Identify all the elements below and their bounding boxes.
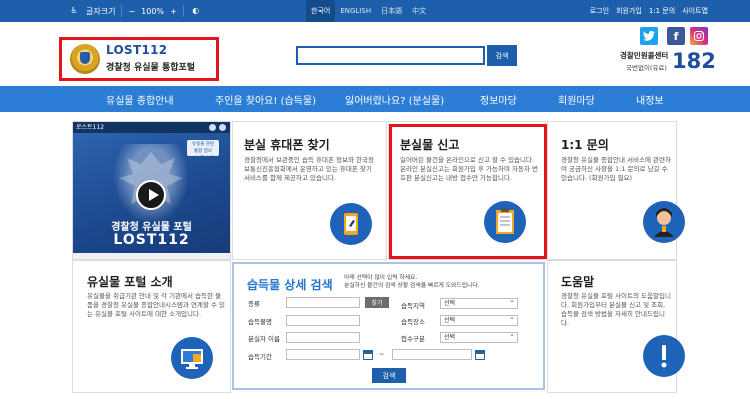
- place-select[interactable]: 선택: [440, 313, 518, 326]
- exclamation-icon: [643, 335, 685, 377]
- top-bar: ♿ 글자크기 − 100% + ◐ 한국어 ENGLISH 日本語 中文 로그인…: [0, 0, 750, 22]
- nav-item-myinfo[interactable]: 내정보: [636, 86, 664, 112]
- monitor-icon: [171, 337, 213, 379]
- find-button[interactable]: 찾기: [365, 297, 389, 308]
- detail-search-note: 아래 선택이 많이 입력 하세요. 분실하신 물건의 검색 상황 검색을 빠르게 …: [344, 275, 480, 289]
- phone-card-desc: 경찰청에서 보관중인 습득 휴대폰 정보와 한국정보통신진흥협회에서 운영하고 …: [244, 156, 374, 182]
- nav-item-info[interactable]: 정보마당: [480, 86, 517, 112]
- video-controls: [209, 124, 226, 131]
- zoom-level: 100%: [141, 6, 165, 16]
- nav-item-guide[interactable]: 유실물 종합안내: [106, 86, 174, 112]
- font-decrease-button[interactable]: −: [128, 7, 135, 16]
- detail-search-title: 습득물 상세 검색: [247, 278, 333, 292]
- divider: [121, 5, 123, 17]
- lang-english[interactable]: ENGLISH: [335, 0, 376, 22]
- inquiry-card-title[interactable]: 1:1 문의: [561, 136, 609, 153]
- facebook-icon[interactable]: f: [667, 27, 685, 45]
- top-links: 로그인 회원가입 1:1 문의 사이트맵: [590, 0, 708, 22]
- contrast-icon[interactable]: ◐: [190, 5, 202, 17]
- main-nav: 유실물 종합안내 주인을 찾아요! (습득물) 잃어버렸나요? (분실물) 정보…: [0, 86, 750, 112]
- report-highlight: [389, 124, 547, 259]
- inquiry-card-desc: 경찰청 유실물 종합안내 서비스에 관련하여 궁금하신 사항을 1:1 문의로 …: [561, 156, 671, 182]
- font-size-controls: ♿ 글자크기 − 100% + ◐: [68, 0, 202, 22]
- intro-card-desc: 유실물을 취급기관 안내 및 각 기관에서 습득한 물품을 경찰청 유실물 종합…: [87, 292, 225, 318]
- calendar-icon[interactable]: [363, 350, 373, 360]
- logo-subtitle: 경찰청 유실물 통합포털: [106, 63, 196, 73]
- signup-link[interactable]: 회원가입: [616, 6, 642, 16]
- type-input[interactable]: [286, 297, 360, 308]
- intake-select[interactable]: 선택: [440, 330, 518, 343]
- item-name-label: 습득물명: [248, 318, 272, 326]
- call-center-number: 182: [672, 49, 716, 73]
- period-start-input[interactable]: [286, 349, 360, 360]
- detail-search-submit[interactable]: 검색: [372, 368, 406, 383]
- period-end-input[interactable]: [392, 349, 472, 360]
- call-center-sub: 국번없이(유료): [626, 64, 667, 72]
- calendar-icon[interactable]: [475, 350, 485, 360]
- phone-card-title[interactable]: 분실 휴대폰 찾기: [244, 136, 330, 153]
- language-selector: 한국어 ENGLISH 日本語 中文: [306, 0, 431, 22]
- range-separator: ~: [379, 350, 385, 358]
- font-increase-button[interactable]: +: [170, 7, 177, 16]
- sitemap-link[interactable]: 사이트맵: [682, 6, 708, 16]
- twitter-icon[interactable]: [640, 27, 658, 45]
- help-card-desc: 경찰청 유실물 포털 사이트의 도움말입니다. 회원가입부터 분실물 신고 및 …: [561, 292, 671, 327]
- search-button[interactable]: 검색: [487, 45, 517, 66]
- video-footer: [73, 253, 230, 259]
- video-dot[interactable]: [209, 124, 216, 131]
- search-input[interactable]: [296, 46, 485, 65]
- video-badge: 유실물 관련 통합 정보 시스템 소개: [187, 140, 219, 161]
- detail-search-form: 습득물 상세 검색 아래 선택이 많이 입력 하세요. 분실하신 물건의 검색 상…: [232, 262, 545, 390]
- item-name-input[interactable]: [286, 315, 360, 326]
- video-header: 로스트112: [73, 122, 230, 133]
- video-title-brand: LOST112: [113, 232, 190, 248]
- region-label: 습득지역: [401, 302, 425, 310]
- lang-chinese[interactable]: 中文: [407, 0, 431, 22]
- help-card-title[interactable]: 도움말: [561, 273, 594, 290]
- play-button[interactable]: [136, 180, 166, 210]
- divider: [182, 5, 184, 17]
- intake-label: 접수구분: [401, 335, 425, 343]
- smartphone-icon: [330, 203, 372, 245]
- place-label: 습득장소: [401, 318, 425, 326]
- accessibility-icon: ♿: [70, 6, 78, 15]
- site-logo[interactable]: LOST112 경찰청 유실물 통합포털: [59, 37, 219, 81]
- login-link[interactable]: 로그인: [590, 6, 609, 16]
- call-center-label: 경찰민원콜센터: [620, 51, 669, 60]
- intro-video[interactable]: 로스트112 유실물 관련 통합 정보 시스템 소개 경찰청 유실물 포털 LOST…: [73, 122, 230, 259]
- period-label: 습득기간: [248, 353, 272, 361]
- instagram-icon[interactable]: [690, 27, 708, 45]
- nav-item-found[interactable]: 주인을 찾아요! (습득물): [215, 86, 316, 112]
- loser-name-label: 분실자 이름: [248, 335, 280, 343]
- lang-korean[interactable]: 한국어: [306, 0, 336, 22]
- video-dot[interactable]: [219, 124, 226, 131]
- loser-name-input[interactable]: [286, 332, 360, 343]
- region-select[interactable]: 선택: [440, 296, 518, 309]
- nav-item-members[interactable]: 회원마당: [558, 86, 595, 112]
- type-label: 종류: [248, 300, 260, 308]
- font-size-label: 글자크기: [86, 6, 116, 16]
- logo-title: LOST112: [106, 43, 168, 57]
- lang-japanese[interactable]: 日本語: [376, 0, 407, 22]
- nav-item-lost[interactable]: 잃어버렸나요? (분실물): [345, 86, 444, 112]
- inquiry-link[interactable]: 1:1 문의: [649, 6, 675, 16]
- intro-card-title[interactable]: 유실물 포털 소개: [87, 273, 173, 290]
- agent-icon: [643, 201, 685, 243]
- video-title: 경찰청 유실물 포털: [111, 222, 192, 233]
- police-emblem-icon: [70, 44, 100, 74]
